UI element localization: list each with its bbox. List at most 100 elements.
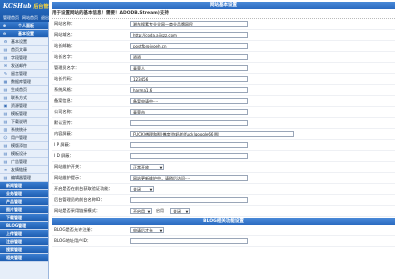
- text-field[interactable]: FUCK|傅理和那|傅度|你妈的|fuck|google66|那: [130, 131, 294, 137]
- settings-form: 网站名称： 湘东搜素专业全网—商业品牌网民 网站域名： http://coda.aij…: [52, 19, 395, 247]
- sidebar-item[interactable]: BLOG管理: [0, 222, 48, 230]
- text-field[interactable]: [130, 120, 248, 126]
- sidebar-item-label: 资源管理: [11, 103, 27, 108]
- sidebar-item[interactable]: 新闻管理: [0, 182, 48, 190]
- field-label: 站长代码：: [54, 76, 75, 81]
- sidebar-item[interactable]: ▤ 模板管理: [0, 110, 48, 118]
- sidebar-item-label: 用户管理: [11, 135, 27, 140]
- sidebar-item[interactable]: 下载管理: [0, 214, 48, 222]
- sidebar-item[interactable]: ⊕ 个人面板: [0, 22, 48, 30]
- sidebar-item[interactable]: ▤ 首页文章: [0, 46, 48, 54]
- blog-register-select[interactable]: 申请后才允 ▼: [130, 227, 164, 233]
- field-label: I D 屏蔽：: [54, 153, 74, 158]
- sidebar-item-label: 图片管理: [6, 207, 22, 212]
- sidebar-item-label: 留言管理: [11, 71, 27, 76]
- text-field[interactable]: [130, 153, 248, 159]
- sidebar-item[interactable]: 搜索管理: [0, 246, 48, 254]
- sidebar-item[interactable]: 业务管理: [0, 190, 48, 198]
- sidebar-item[interactable]: 上传管理: [0, 230, 48, 238]
- field-label: 默认宣传：: [54, 120, 75, 125]
- sidebar-item[interactable]: ▤ 模版添加: [0, 142, 48, 150]
- form-row: BLOG是否允许注册： 申请后才允 ▼: [52, 225, 395, 236]
- text-field[interactable]: 备案申请中····: [130, 98, 248, 104]
- sidebar-item[interactable]: 图片管理: [0, 206, 48, 214]
- form-row: 管理员名字： 青荣人: [52, 63, 395, 74]
- page-icon: ▤: [3, 159, 8, 164]
- sidebar-item-label: 模板设计: [11, 151, 27, 156]
- sidebar-item-label: 首页文章: [11, 47, 27, 52]
- sidebar-item[interactable]: ▤ 联系方式: [0, 94, 48, 102]
- verify-select[interactable]: 关闭 ▼: [130, 186, 154, 192]
- sidebar-item[interactable]: ▤ 编辑器管理: [0, 174, 48, 182]
- page-icon: ▤: [3, 143, 8, 148]
- blog-user-id-field[interactable]: [130, 238, 248, 244]
- status-select[interactable]: 正常开放 ▼: [130, 164, 164, 170]
- mail-icon: ✉: [3, 63, 8, 68]
- sidebar-item[interactable]: ▦ 数据库管理: [0, 78, 48, 86]
- sidebar-item[interactable]: ∞ 友情链接: [0, 166, 48, 174]
- sidebar-item[interactable]: 相关管理: [0, 254, 48, 262]
- form-row: 备案信息： 备案申请中····: [52, 96, 395, 107]
- admin-id-field[interactable]: [130, 197, 248, 203]
- text-field[interactable]: 青荣市: [130, 109, 248, 115]
- sidebar-item[interactable]: ▤ 广告管理: [0, 158, 48, 166]
- text-field[interactable]: [130, 142, 248, 148]
- nav-link-admin-home[interactable]: 管理首页: [3, 14, 19, 21]
- link-icon: ∞: [3, 167, 8, 172]
- maintenance-message-field[interactable]: 网站更新维护中，请稍后访问····: [130, 175, 248, 181]
- sidebar-item[interactable]: 产品管理: [0, 198, 48, 206]
- form-row: 站长名字： 骄骄: [52, 52, 395, 63]
- nav-link-site-home[interactable]: 网站首页: [22, 14, 38, 21]
- mode-state-select[interactable]: 关闭 ▼: [170, 208, 190, 214]
- mode-select[interactable]: 不启用 ▼: [130, 208, 152, 214]
- form-row: 站长邮箱： postfb@jyoeh.cn: [52, 41, 395, 52]
- plus-icon: ⊕: [2, 23, 7, 28]
- sidebar-item-label: 字段管理: [11, 55, 27, 60]
- field-label: 备案信息：: [54, 98, 75, 103]
- sidebar-item[interactable]: ▤ 模板设计: [0, 150, 48, 158]
- sidebar-item[interactable]: ▣ 资源管理: [0, 102, 48, 110]
- blog-register-value: 申请后才允: [133, 228, 153, 233]
- text-field[interactable]: 骄骄: [130, 54, 248, 60]
- text-field[interactable]: postfb@jyoeh.cn: [130, 43, 248, 49]
- chevron-down-icon: ▼: [159, 229, 163, 233]
- sidebar-item[interactable]: ⚙ 基本设置: [0, 38, 48, 46]
- sidebar-item[interactable]: ✎ 留言管理: [0, 70, 48, 78]
- text-field[interactable]: harma1.6: [130, 87, 248, 93]
- text-field[interactable]: 湘东搜素专业全网—商业品牌网民: [130, 21, 248, 27]
- sidebar-item-label: 新闻管理: [6, 183, 22, 188]
- sidebar-item[interactable]: ✉ 发送邮件: [0, 62, 48, 70]
- sidebar-item-label: 基本设置: [11, 39, 27, 44]
- text-field[interactable]: 123456: [130, 76, 248, 82]
- sidebar-item-label: 生成首页: [11, 87, 27, 92]
- sidebar-item-label: 下载管理: [6, 215, 22, 220]
- sidebar-item-label: 数据库管理: [11, 79, 31, 84]
- nav-link-logout[interactable]: 退出: [41, 14, 49, 21]
- sidebar-item[interactable]: ⊖ 基本设置: [0, 30, 48, 38]
- sidebar-item-label: 系统统计: [11, 127, 27, 132]
- field-label: 内容屏蔽：: [54, 131, 75, 136]
- gear-icon: ⚙: [3, 39, 8, 44]
- sidebar-item-label: 个人面板: [18, 23, 34, 28]
- chevron-down-icon: ▼: [185, 210, 189, 214]
- sidebar-item[interactable]: 注册管理: [0, 238, 48, 246]
- sidebar: ⊕ 个人面板 ⊖ 基本设置 ⚙ 基本设置 ▤ 首页文章 ▤ 字段管理 ✉ 发送邮件 ✎ 留言管理 ▦ 数据库管…: [0, 22, 49, 279]
- sidebar-item[interactable]: ▥ 系统统计: [0, 126, 48, 134]
- sidebar-item[interactable]: ▤ 字段管理: [0, 54, 48, 62]
- sidebar-item-label: 相关管理: [6, 255, 22, 260]
- mode-option-label[interactable]: 启用: [156, 206, 164, 216]
- text-field[interactable]: http://coda.aijszz.com: [130, 32, 248, 38]
- sidebar-item[interactable]: ▤ 生成首页: [0, 86, 48, 94]
- form-row: I P 屏蔽：: [52, 140, 395, 151]
- field-label: 站长邮箱：: [54, 43, 75, 48]
- text-field[interactable]: 青荣人: [130, 65, 248, 71]
- sidebar-item[interactable]: ▤ 下载说明: [0, 118, 48, 126]
- form-row: 公司名称： 青荣市: [52, 107, 395, 118]
- page-icon: ▤: [3, 95, 8, 100]
- form-row: 网站维护开关： 正常开放 ▼: [52, 162, 395, 173]
- sidebar-item[interactable]: ☺ 用户管理: [0, 134, 48, 142]
- field-label: 系统风格：: [54, 87, 75, 92]
- form-row: I D 屏蔽：: [52, 151, 395, 162]
- notice-text: 用于设置网站的基本信息！需要！ADODB.Stream)支持: [52, 10, 395, 19]
- chevron-down-icon: ▼: [149, 188, 153, 192]
